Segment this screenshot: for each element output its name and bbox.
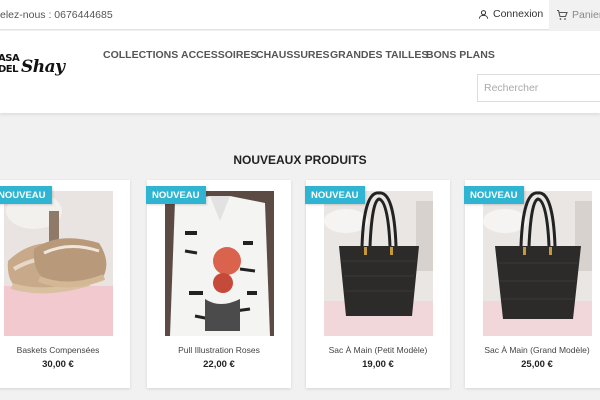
search-input[interactable]: [477, 74, 600, 102]
nav-item-accessoires[interactable]: ACCESSOIRES: [181, 49, 257, 61]
site-header: ASA DEL Shay COLLECTIONS ACCESSOIRES CHA…: [0, 31, 600, 113]
product-price: 30,00 €: [42, 359, 74, 370]
product-card[interactable]: Pull Illustration Roses 22,00 €: [147, 180, 291, 388]
section-title: NOUVEAUX PRODUITS: [233, 153, 367, 167]
contact-phone: elez-nous : 0676444685: [0, 9, 113, 21]
user-icon: [478, 9, 489, 19]
cart-label: Panier: [572, 9, 600, 21]
logo-script: Shay: [21, 57, 65, 77]
product-card[interactable]: Sac À Main (Grand Modèle) 25,00 €: [465, 180, 600, 388]
new-badge: NOUVEAU: [305, 186, 365, 204]
product-name[interactable]: Sac À Main (Petit Modèle): [306, 345, 450, 355]
product-card[interactable]: Baskets Compensées 30,00 €: [0, 180, 130, 388]
product-price: 22,00 €: [203, 359, 235, 370]
top-bar: elez-nous : 0676444685 Connexion Panier: [0, 0, 600, 30]
new-badge: NOUVEAU: [0, 186, 52, 204]
product-name[interactable]: Pull Illustration Roses: [147, 345, 291, 355]
product-card[interactable]: Sac À Main (Petit Modèle) 19,00 €: [306, 180, 450, 388]
site-logo[interactable]: ASA DEL Shay: [0, 53, 68, 81]
product-image[interactable]: [324, 191, 433, 336]
login-label: Connexion: [493, 8, 544, 20]
product-image[interactable]: [165, 191, 274, 336]
product-name[interactable]: Baskets Compensées: [0, 345, 130, 355]
nav-item-grandes-tailles[interactable]: GRANDES TAILLES: [330, 49, 428, 61]
product-image[interactable]: [4, 191, 113, 336]
nav-item-bons-plans[interactable]: BONS PLANS: [426, 49, 495, 61]
new-badge: NOUVEAU: [146, 186, 206, 204]
product-name[interactable]: Sac À Main (Grand Modèle): [465, 345, 600, 355]
product-image[interactable]: [483, 191, 592, 336]
logo-line-1: ASA: [0, 53, 20, 64]
logo-line-2: DEL: [0, 64, 19, 75]
cart-icon: [557, 9, 568, 20]
cart-button[interactable]: Panier: [549, 0, 600, 30]
nav-item-collections[interactable]: COLLECTIONS: [103, 49, 178, 61]
nav-item-chaussures[interactable]: CHAUSSURES: [256, 49, 330, 61]
login-link[interactable]: Connexion: [478, 8, 543, 20]
product-price: 25,00 €: [521, 359, 553, 370]
product-price: 19,00 €: [362, 359, 394, 370]
new-badge: NOUVEAU: [464, 186, 524, 204]
